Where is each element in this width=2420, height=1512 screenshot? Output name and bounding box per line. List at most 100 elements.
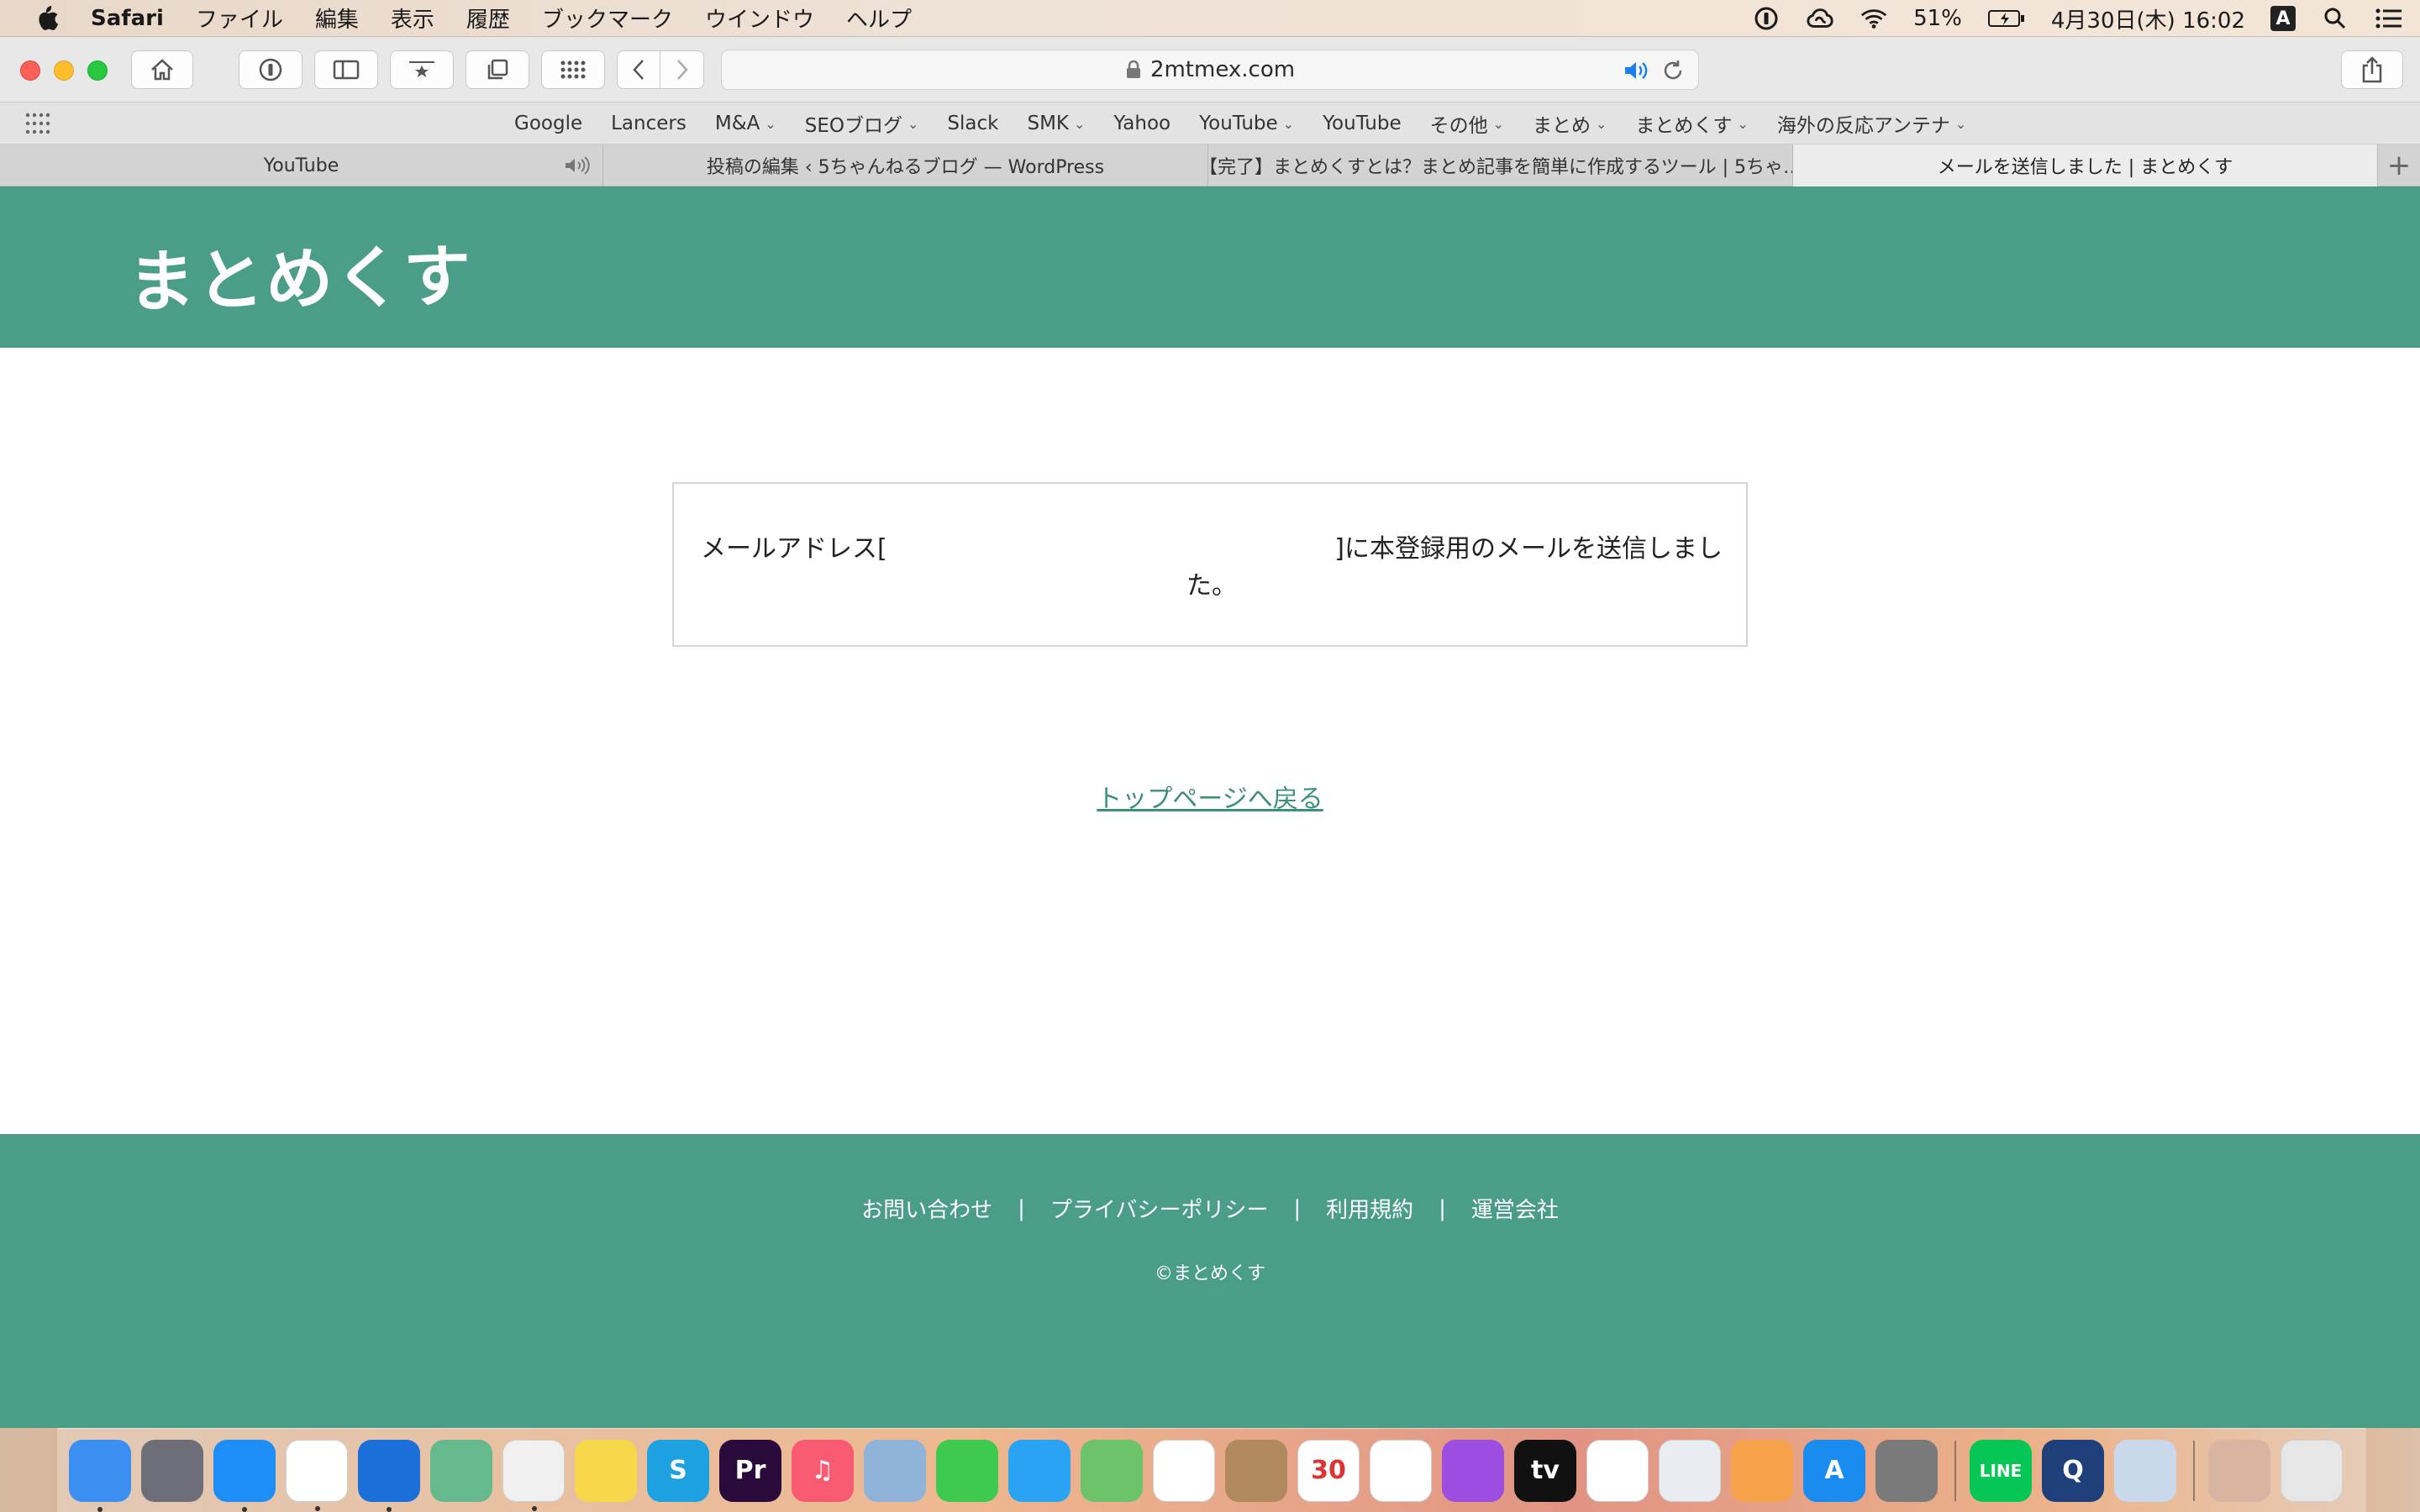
textedit-icon[interactable] (502, 1439, 565, 1511)
notes-icon[interactable] (575, 1439, 637, 1502)
favorite-folder-smk[interactable]: SMK ⌄ (1027, 113, 1085, 134)
contacts-icon[interactable] (1225, 1439, 1287, 1502)
spotlight-search-icon[interactable] (2321, 4, 2349, 33)
favorite-google[interactable]: Google (514, 113, 582, 134)
favorite-label: 海外の反応アンテナ (1776, 115, 1950, 137)
window-fullscreen-button[interactable] (87, 60, 108, 81)
forward-button[interactable] (660, 50, 704, 89)
menu-edit[interactable]: 編集 (315, 3, 359, 34)
footer-link-privacy-policy[interactable]: プライバシーポリシー (1050, 1193, 1268, 1224)
home-button[interactable] (131, 50, 193, 89)
window-minimize-button[interactable] (54, 60, 74, 81)
back-to-top-link[interactable]: トップページへ戻る (1097, 785, 1323, 814)
podcasts-icon[interactable] (1442, 1439, 1504, 1502)
menu-file[interactable]: ファイル (196, 3, 283, 34)
address-bar[interactable]: 2mtmex.com (721, 50, 1699, 90)
launchpad-icon[interactable] (141, 1439, 203, 1502)
menu-window[interactable]: ウインドウ (705, 3, 814, 34)
site-logo[interactable]: まとめくす (127, 222, 473, 325)
favorite-folder-seo-blog[interactable]: SEOブログ ⌄ (805, 109, 919, 138)
menu-history[interactable]: 履歴 (466, 3, 510, 34)
apple-tv-icon[interactable]: tv (1514, 1439, 1576, 1502)
footer-link-contact[interactable]: お問い合わせ (861, 1193, 992, 1224)
input-source-indicator[interactable]: A (2270, 6, 2296, 31)
onepassword-icon[interactable] (358, 1439, 420, 1512)
finder-icon[interactable] (69, 1439, 131, 1512)
tab-wordpress-edit[interactable]: 投稿の編集 ‹ 5ちゃんねるブログ — WordPress (603, 144, 1208, 186)
favorite-folder-kaigai-antenna[interactable]: 海外の反応アンテナ ⌄ (1777, 109, 1967, 138)
chevron-down-icon: ⌄ (908, 115, 919, 132)
preview-icon[interactable] (2114, 1439, 2176, 1502)
menu-bookmarks[interactable]: ブックマーク (542, 3, 673, 34)
pages-icon[interactable] (1731, 1439, 1793, 1502)
dock-item-label: A (1824, 1456, 1844, 1485)
system-preferences-icon[interactable] (1876, 1439, 1938, 1502)
tab-youtube[interactable]: YouTube (0, 144, 603, 186)
favorites-grid-icon[interactable] (25, 113, 50, 134)
share-button[interactable] (2341, 50, 2403, 89)
favorite-label: YouTube (1199, 113, 1278, 134)
calendar-icon[interactable]: 30 (1297, 1439, 1360, 1502)
new-tab-button[interactable]: + (2378, 144, 2420, 186)
numbers-icon[interactable] (1586, 1439, 1649, 1502)
slack-icon[interactable] (286, 1439, 348, 1511)
window-close-button[interactable] (20, 60, 40, 81)
preview-bird-icon[interactable] (864, 1439, 926, 1502)
tab-mail-sent[interactable]: メールを送信しました | まとめくす (1793, 144, 2378, 186)
favorite-folder-matomekusu[interactable]: まとめくす ⌄ (1635, 109, 1748, 138)
reload-icon[interactable] (1661, 59, 1685, 82)
tab-audio-icon[interactable] (564, 156, 596, 175)
tab-matomekusu-article[interactable]: 【完了】まとめくすとは？まとめ記事を簡単に作成するツール | 5ちゃ… (1208, 144, 1793, 186)
favorite-youtube[interactable]: YouTube (1323, 113, 1402, 134)
skype-icon[interactable]: S (647, 1439, 709, 1502)
favorite-lancers[interactable]: Lancers (611, 113, 687, 134)
clock[interactable]: 4月30日(木) 16:02 (2051, 3, 2245, 34)
line-icon[interactable]: LINE (1970, 1439, 2032, 1502)
site-header: まとめくす (0, 186, 2420, 348)
extensions-grid-button[interactable] (541, 50, 605, 89)
photo-stack-icon[interactable] (2208, 1439, 2270, 1502)
footer-link-terms[interactable]: 利用規約 (1326, 1193, 1413, 1224)
favorite-folder-other[interactable]: その他 ⌄ (1430, 109, 1504, 138)
bookmarks-button[interactable] (390, 50, 454, 89)
trash-icon[interactable] (2281, 1439, 2343, 1502)
footer-link-company[interactable]: 運営会社 (1471, 1193, 1559, 1224)
atom-icon[interactable] (430, 1439, 492, 1502)
tab-overview-button[interactable] (466, 50, 529, 89)
favorite-folder-ma[interactable]: M&A ⌄ (715, 113, 776, 134)
onepassword-extension-button[interactable] (239, 50, 302, 89)
battery-charging-icon[interactable] (1987, 4, 2026, 33)
maps-icon[interactable] (1081, 1439, 1143, 1502)
favorite-label: Slack (947, 113, 999, 134)
apple-menu-icon[interactable] (34, 4, 59, 33)
dock-separator (2193, 1440, 2195, 1501)
keynote-icon[interactable] (1659, 1439, 1721, 1502)
messages-icon[interactable] (1008, 1439, 1071, 1502)
favorite-yahoo[interactable]: Yahoo (1113, 113, 1171, 134)
quicktime-icon[interactable]: Q (2042, 1439, 2104, 1502)
wifi-icon[interactable] (1860, 4, 1888, 33)
photos-icon[interactable] (1153, 1439, 1215, 1502)
menu-view[interactable]: 表示 (391, 3, 434, 34)
onepassword-status-icon[interactable] (1752, 4, 1781, 33)
menu-help[interactable]: ヘルプ (846, 3, 912, 34)
creative-cloud-icon[interactable] (1806, 4, 1834, 33)
audio-playing-icon[interactable] (1623, 59, 1649, 82)
notification-center-icon[interactable] (2375, 4, 2403, 33)
menu-extras: 51% 4月30日(木) 16:02 A (1752, 0, 2403, 37)
music-icon[interactable]: ♫ (792, 1439, 854, 1502)
reminders-icon[interactable] (1370, 1439, 1432, 1502)
favorite-folder-youtube[interactable]: YouTube ⌄ (1199, 113, 1294, 134)
favorites-list: Google Lancers M&A ⌄ SEOブログ ⌄ Slack SMK ⌄ Y… (514, 102, 1995, 144)
favorite-folder-matome[interactable]: まとめ ⌄ (1533, 109, 1607, 138)
app-store-icon[interactable]: A (1803, 1439, 1865, 1502)
favorite-slack[interactable]: Slack (947, 113, 998, 134)
dock-separator (1954, 1440, 1956, 1501)
back-button[interactable] (617, 50, 660, 89)
menu-app-name[interactable]: Safari (91, 6, 164, 31)
safari-icon[interactable] (213, 1439, 276, 1512)
facetime-icon[interactable] (936, 1439, 998, 1502)
premiere-icon[interactable]: Pr (719, 1439, 781, 1502)
message-text-end: ]に本登録用のメールを送信しまし (1334, 534, 1723, 564)
sidebar-toggle-button[interactable] (314, 50, 378, 89)
